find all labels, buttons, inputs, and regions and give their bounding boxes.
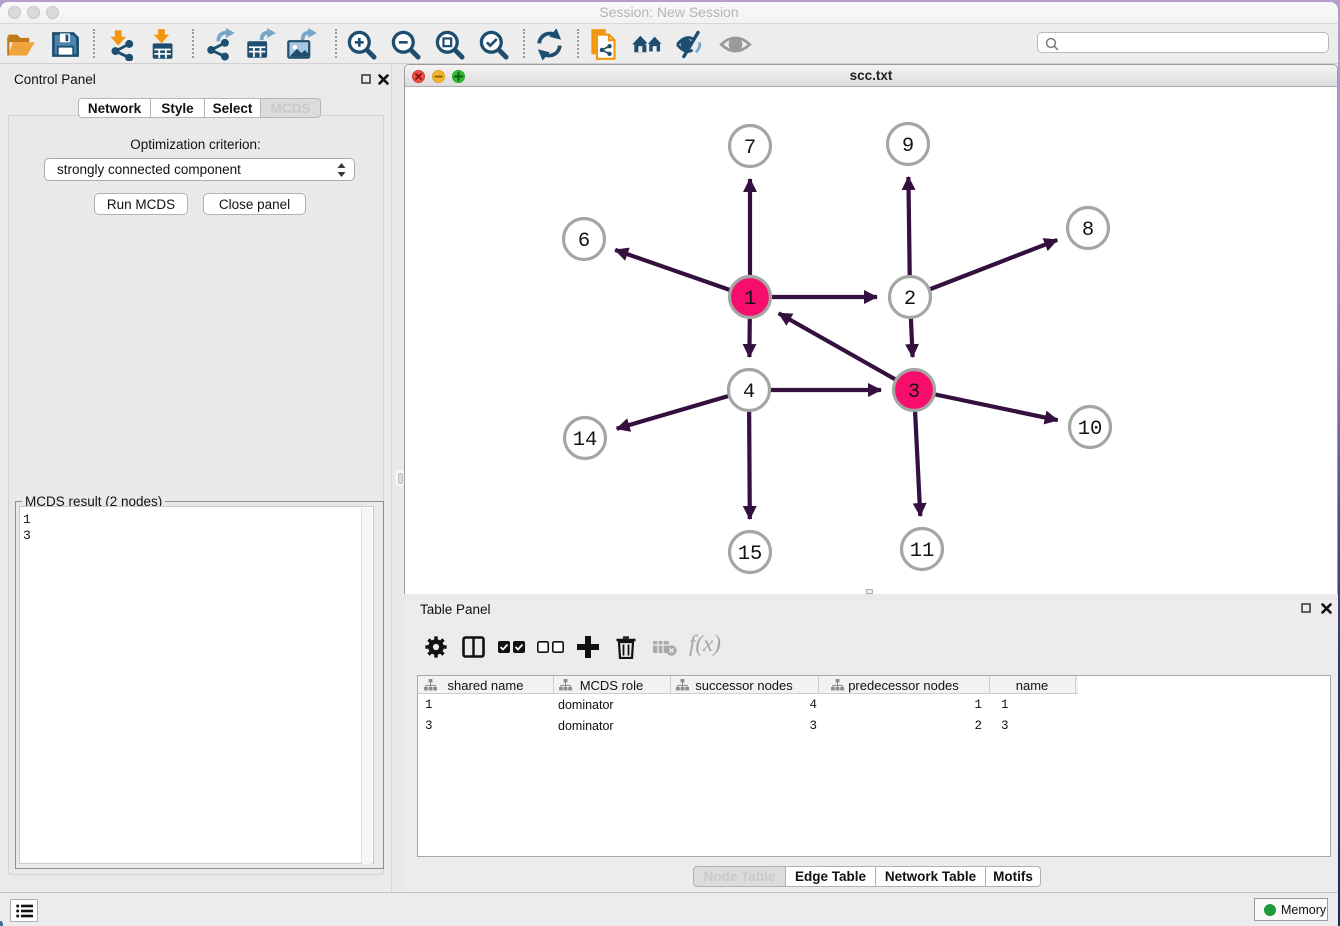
svg-text:1: 1 [744,288,756,311]
svg-text:4: 4 [743,381,755,404]
svg-text:9: 9 [902,135,914,158]
svg-text:10: 10 [1078,418,1103,441]
svg-text:3: 3 [908,381,920,404]
svg-text:7: 7 [744,137,756,160]
svg-text:11: 11 [910,540,935,563]
svg-text:2: 2 [904,288,916,311]
svg-text:8: 8 [1082,219,1094,242]
svg-text:6: 6 [578,230,590,253]
svg-text:14: 14 [573,429,598,452]
svg-text:15: 15 [738,543,763,566]
